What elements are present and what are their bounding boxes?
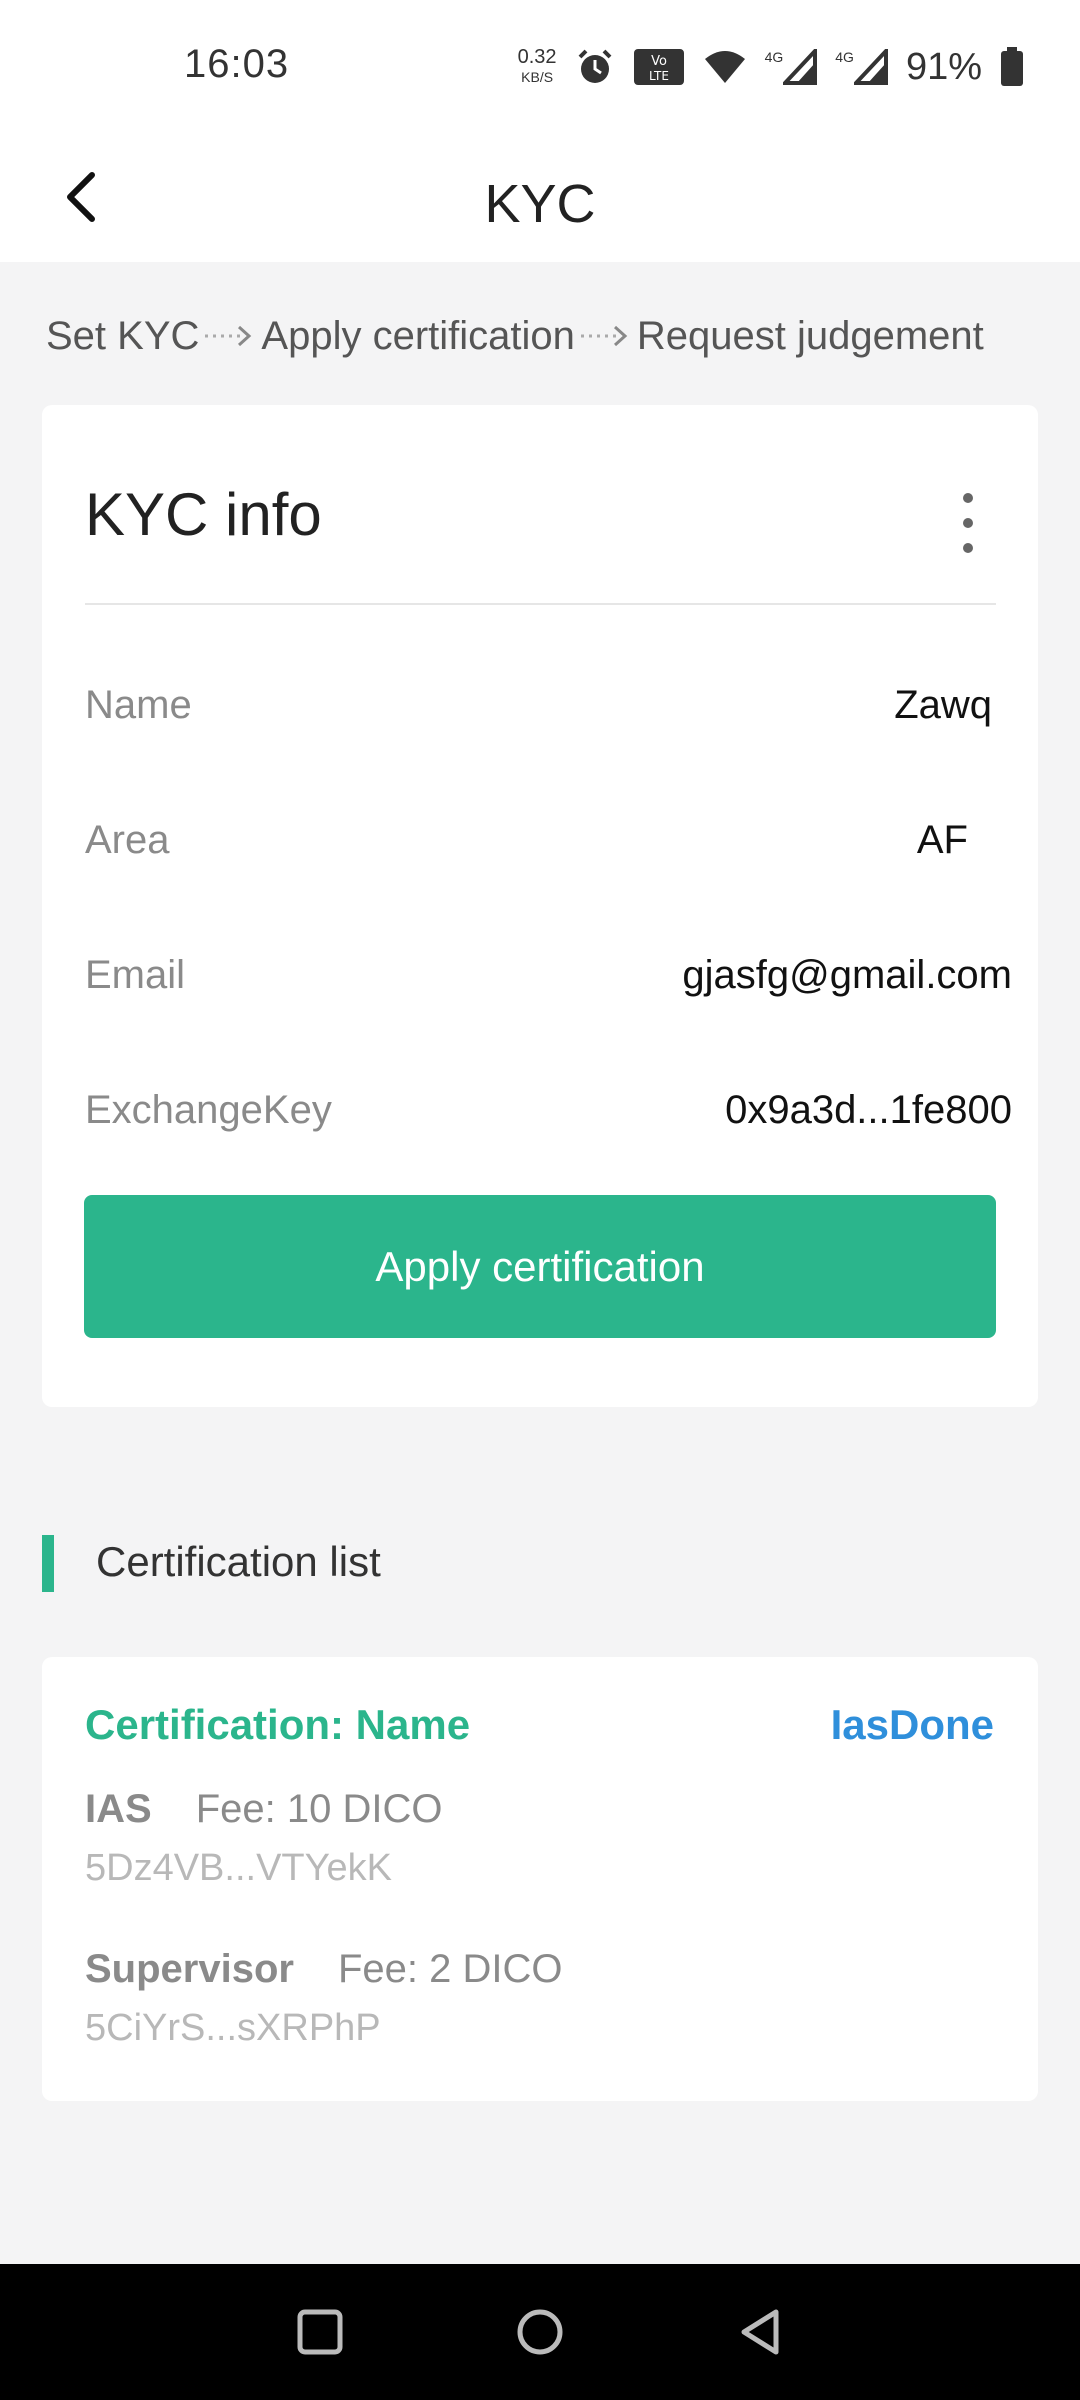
square-icon[interactable] [290, 2302, 350, 2362]
step-apply-certification: Apply certification [261, 313, 575, 358]
info-row-name: Name Zawq [85, 682, 992, 727]
certification-status: IasDone [830, 1701, 994, 1748]
step-set-kyc: Set KYC [46, 313, 200, 358]
battery-percent: 91% [905, 45, 982, 88]
volte-icon: Vo LTE [633, 49, 684, 85]
wifi-icon [704, 51, 745, 83]
status-time: 16:03 [184, 42, 290, 86]
ias-label: IAS [85, 1787, 152, 1831]
step-arrow-icon [205, 325, 252, 347]
ias-address: 5Dz4VB...VTYekK [85, 1847, 392, 1889]
status-bar: 16:03 0.32 KB/S Vo LTE 4G 4G 91% [0, 0, 1080, 135]
circle-icon[interactable] [510, 2302, 570, 2362]
step-arrow-icon [580, 325, 628, 347]
section-title: Certification list [96, 1538, 381, 1585]
apply-certification-button[interactable]: Apply certification [84, 1195, 996, 1338]
info-row-area: Area AF [85, 817, 968, 862]
step-request-judgement: Request judgement [636, 313, 984, 358]
section-accent-bar [42, 1535, 54, 1592]
certification-title: Certification: Name [85, 1701, 471, 1748]
triangle-back-icon[interactable] [730, 2302, 790, 2362]
more-button[interactable] [948, 493, 988, 553]
signal-2-icon: 4G [835, 49, 888, 85]
ias-line: IAS Fee: 10 DICO [85, 1787, 442, 1832]
network-speed: 0.32 KB/S [517, 46, 557, 85]
supervisor-address: 5CiYrS...sXRPhP [85, 2007, 381, 2049]
alarm-icon [578, 49, 611, 83]
page-title: KYC [484, 174, 596, 234]
card-title: KYC info [85, 481, 322, 548]
info-row-exchange-key: ExchangeKey 0x9a3d...1fe800 [85, 1087, 1012, 1132]
supervisor-line: Supervisor Fee: 2 DICO [85, 1947, 562, 1992]
ias-fee: Fee: 10 DICO [195, 1787, 443, 1831]
more-vertical-icon [963, 493, 973, 503]
signal-1-icon: 4G [765, 49, 818, 85]
svg-text:Vo: Vo [651, 54, 667, 69]
supervisor-fee: Fee: 2 DICO [337, 1947, 563, 1991]
divider [85, 603, 996, 605]
system-nav-bar [0, 2264, 1080, 2400]
kyc-steps: Set KYC Apply certification Request judg… [46, 306, 1046, 366]
svg-text:LTE: LTE [649, 69, 669, 83]
app-bar: KYC [0, 135, 1080, 262]
battery-icon [1001, 47, 1023, 86]
info-row-email: Email gjasfg@gmail.com [85, 952, 1012, 997]
status-icons: 0.32 KB/S Vo LTE 4G 4G 91% [518, 44, 1024, 90]
kyc-info-card: KYC info Name Zawq Area AF Email gjasfg@… [42, 405, 1038, 1407]
certification-item[interactable]: Certification: Name IasDone IAS Fee: 10 D… [42, 1657, 1038, 2101]
supervisor-label: Supervisor [85, 1947, 294, 1991]
